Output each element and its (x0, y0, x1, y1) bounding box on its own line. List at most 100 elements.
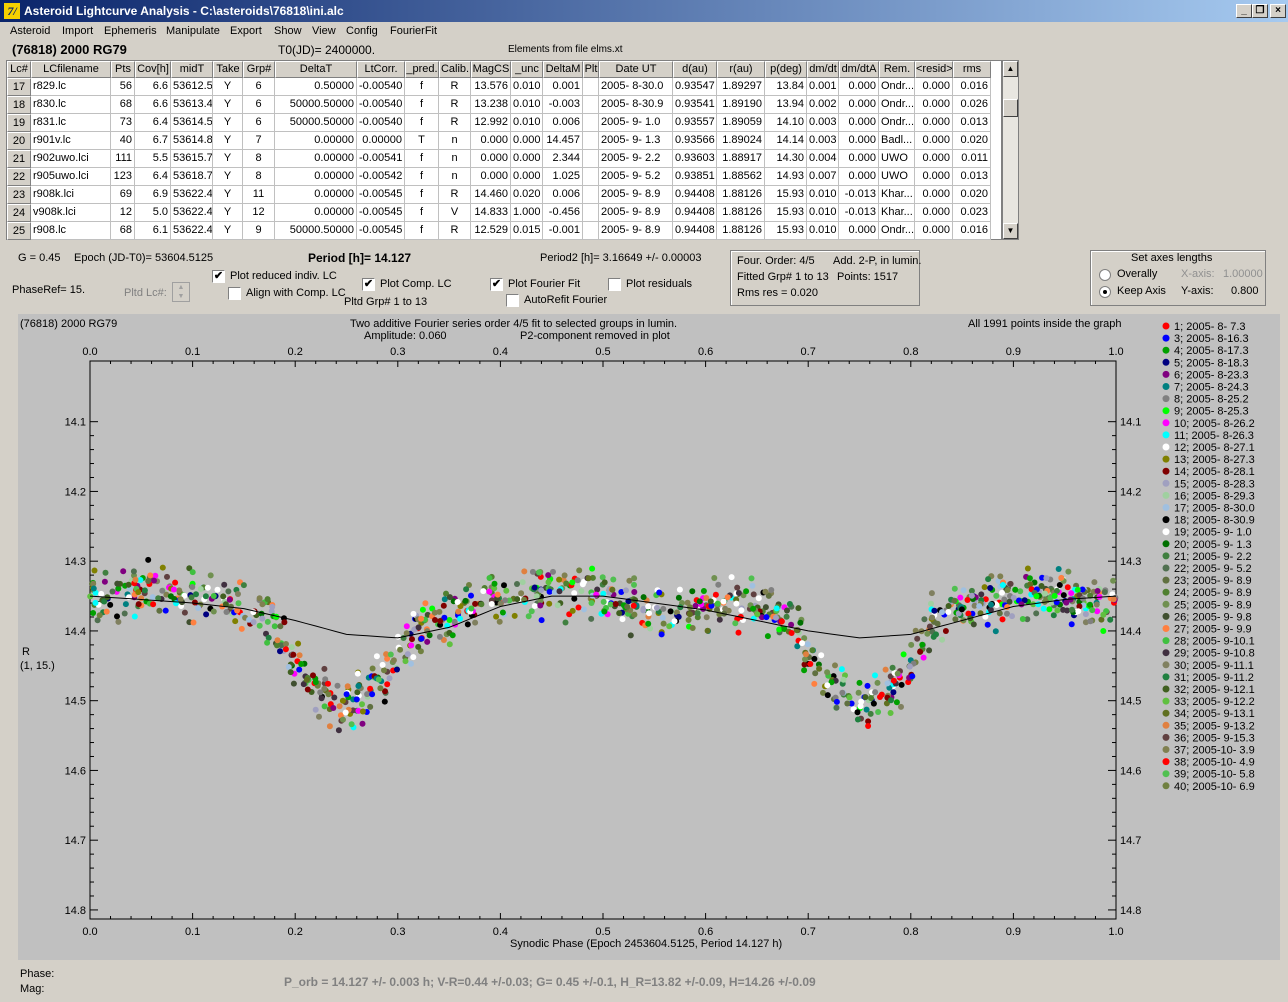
table-cell: r905uwo.lci (31, 168, 111, 186)
lightcurve-table[interactable]: Lc# LCfilename Pts Cov[h] midT Take Grp# DeltaT… (6, 60, 1002, 240)
column-header[interactable]: midT (171, 61, 213, 78)
menu-fourierfit[interactable]: FourierFit (390, 25, 437, 37)
table-cell: 1.89059 (717, 114, 765, 132)
table-cell: 0.000 (915, 222, 953, 240)
column-header[interactable]: Pts (111, 61, 135, 78)
table-cell[interactable]: 21 (7, 150, 31, 168)
table-cell: 1.88917 (717, 150, 765, 168)
x-tick-label-top: 0.6 (698, 346, 713, 358)
column-header[interactable]: _pred. (405, 61, 439, 78)
column-header[interactable]: <resid> (915, 61, 953, 78)
table-cell: 0.94408 (673, 222, 717, 240)
data-point (588, 615, 595, 622)
pltd-lc-spinner[interactable]: ▲ ▼ (172, 282, 190, 302)
x-axis-value[interactable]: 1.00000 (1223, 268, 1263, 280)
menu-export[interactable]: Export (230, 25, 262, 37)
data-point (170, 586, 177, 593)
table-cell: Y (213, 78, 243, 96)
column-header[interactable]: dm/dt (807, 61, 839, 78)
keep-axis-radio[interactable] (1099, 286, 1111, 298)
table-row[interactable]: 21 r902uwo.lci 111 5.5 53615.7 Y 8 0.00000 -0.00… (7, 150, 991, 168)
plot-comp-checkbox[interactable]: ✔ (362, 278, 375, 291)
plot-fourier-checkbox[interactable]: ✔ (490, 278, 503, 291)
column-header[interactable]: LtCorr. (357, 61, 405, 78)
table-cell[interactable]: 25 (7, 222, 31, 240)
menu-ephemeris[interactable]: Ephemeris (104, 25, 157, 37)
column-header[interactable]: r(au) (717, 61, 765, 78)
plot-subtitle3: P2-component removed in plot (520, 330, 670, 342)
table-cell[interactable]: 23 (7, 186, 31, 204)
column-header[interactable]: DeltaT (275, 61, 357, 78)
table-row[interactable]: 19 r831.lc 73 6.4 53614.5 Y 6 50000.50000 -0.005… (7, 114, 991, 132)
data-point (575, 604, 582, 611)
x-tick-label-top: 0.1 (185, 346, 200, 358)
legend-entry: 19; 2005- 9- 1.0 (1174, 527, 1252, 539)
menu-view[interactable]: View (312, 25, 336, 37)
menu-config[interactable]: Config (346, 25, 378, 37)
column-header[interactable]: Plt (583, 61, 599, 78)
overally-radio[interactable] (1099, 269, 1111, 281)
column-header[interactable]: dm/dtA (839, 61, 879, 78)
table-row[interactable]: 23 r908k.lci 69 6.9 53622.4 Y 11 0.00000 -0.0054… (7, 186, 991, 204)
menu-manipulate[interactable]: Manipulate (166, 25, 220, 37)
table-cell: 15.93 (765, 222, 807, 240)
table-row[interactable]: 17 r829.lc 56 6.6 53612.5 Y 6 0.50000 -0.00540 f R… (7, 78, 991, 96)
table-cell: 12.992 (471, 114, 511, 132)
plot-panel[interactable]: 0.0 0.0 0.1 0.1 0.2 0.2 0.3 0.3 0.4 0.4 0.5 0.5 0.6 0… (18, 314, 1280, 960)
column-header[interactable]: Rem. (879, 61, 915, 78)
legend-marker (1162, 370, 1170, 378)
align-comp-checkbox[interactable] (228, 287, 241, 300)
data-point (546, 588, 553, 595)
close-button[interactable]: × (1270, 4, 1286, 18)
column-header[interactable]: DeltaM (543, 61, 583, 78)
table-cell: 0.93603 (673, 150, 717, 168)
menu-asteroid[interactable]: Asteroid (10, 25, 50, 37)
table-row[interactable]: 20 r901v.lc 40 6.7 53614.8 Y 7 0.00000 0.00000 Tn… (7, 132, 991, 150)
autorefit-checkbox[interactable] (506, 294, 519, 307)
column-header[interactable]: rms res (953, 61, 991, 78)
data-point (734, 584, 741, 591)
table-row[interactable]: 22 r905uwo.lci 123 6.4 53618.7 Y 8 0.00000 -0.00… (7, 168, 991, 186)
column-header[interactable]: d(au) (673, 61, 717, 78)
column-header[interactable]: Cov[h] (135, 61, 171, 78)
plot-residuals-checkbox[interactable] (608, 278, 621, 291)
menu-show[interactable]: Show (274, 25, 302, 37)
table-cell: 0.000 (915, 168, 953, 186)
table-cell[interactable]: 24 (7, 204, 31, 222)
column-header[interactable]: Date UT (599, 61, 673, 78)
column-header[interactable]: MagCS (471, 61, 511, 78)
menu-import[interactable]: Import (62, 25, 93, 37)
table-cell: 2005- 9- 1.0 (599, 114, 673, 132)
column-header[interactable]: _unc (511, 61, 543, 78)
table-scrollbar[interactable]: ▲ ▼ (1002, 60, 1019, 240)
data-point (167, 593, 174, 600)
minimize-button[interactable]: _ (1236, 4, 1252, 18)
y-tick-label: 14.5 (65, 696, 86, 708)
column-header[interactable]: Calib. (439, 61, 471, 78)
column-header[interactable]: Lc# (7, 61, 31, 78)
table-cell[interactable]: 17 (7, 78, 31, 96)
scroll-up-button[interactable]: ▲ (1003, 61, 1018, 77)
lightcurve-plot[interactable]: 0.0 0.0 0.1 0.1 0.2 0.2 0.3 0.3 0.4 0.4 0.5 0.5 0.6 0… (18, 314, 1280, 960)
data-point (537, 602, 544, 609)
data-point (303, 676, 310, 683)
y-axis-value[interactable]: 0.800 (1231, 285, 1259, 297)
column-header[interactable]: p(deg) (765, 61, 807, 78)
table-cell[interactable]: 18 (7, 96, 31, 114)
data-point (755, 595, 762, 602)
data-point (538, 587, 545, 594)
data-point (696, 598, 703, 605)
column-header[interactable]: LCfilename (31, 61, 111, 78)
plot-reduced-checkbox[interactable]: ✔ (212, 270, 225, 283)
scroll-down-button[interactable]: ▼ (1003, 223, 1018, 239)
table-cell[interactable]: 20 (7, 132, 31, 150)
table-row[interactable]: 18 r830.lc 68 6.6 53613.4 Y 6 50000.50000 -0.005… (7, 96, 991, 114)
scroll-thumb[interactable] (1003, 99, 1018, 117)
column-header[interactable]: Grp# (243, 61, 275, 78)
table-row[interactable]: 25 r908.lc 68 6.1 53622.4 Y 9 50000.50000 -0.005… (7, 222, 991, 240)
restore-button[interactable]: ❐ (1252, 4, 1268, 18)
table-cell[interactable]: 22 (7, 168, 31, 186)
table-row[interactable]: 24 v908k.lci 12 5.0 53622.4 Y 12 0.00000 -0.0054… (7, 204, 991, 222)
column-header[interactable]: Take (213, 61, 243, 78)
table-cell[interactable]: 19 (7, 114, 31, 132)
